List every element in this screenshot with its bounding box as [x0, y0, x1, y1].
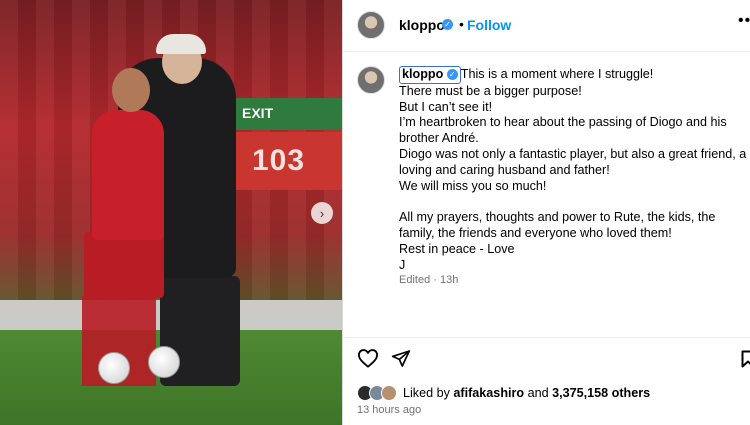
player-shorts: [84, 232, 164, 298]
post-side-panel: kloppo ✓ • Follow ••• kloppo ✓This is a …: [342, 0, 750, 425]
player-head: [112, 68, 150, 112]
caption-line: This is a moment where I struggle!: [460, 67, 654, 81]
chevron-right-icon: ›: [319, 205, 325, 221]
caption-avatar[interactable]: [357, 66, 385, 94]
share-icon[interactable]: [391, 349, 411, 373]
action-bar: [343, 337, 750, 377]
next-image-button[interactable]: ›: [311, 202, 333, 224]
likes-row: Liked by afifakashiro and 3,375,158 othe…: [357, 383, 650, 403]
football: [148, 346, 180, 378]
separator-dot: •: [459, 16, 464, 32]
caption-line: Diogo was not only a fantastic player, b…: [399, 146, 747, 177]
caption-username[interactable]: kloppo ✓: [399, 66, 461, 84]
football: [98, 352, 130, 384]
caption-line: I’m heartbroken to hear about the passin…: [399, 115, 727, 146]
player-figure: [92, 110, 164, 240]
exit-sign-text: EXIT: [242, 105, 274, 121]
edited-label: Edited · 13h: [399, 274, 459, 286]
caption-line: Rest in peace - Love: [399, 241, 515, 256]
likes-user-link[interactable]: afifakashiro: [453, 386, 524, 400]
likes-text: Liked by afifakashiro and 3,375,158 othe…: [403, 386, 650, 400]
likes-middle: and: [524, 386, 553, 400]
caption-line: J: [399, 257, 406, 272]
avatar[interactable]: [357, 11, 385, 39]
post-timestamp[interactable]: 13 hours ago: [357, 404, 421, 416]
caption-line: All my prayers, thoughts and power to Ru…: [399, 210, 716, 241]
follow-button[interactable]: Follow: [467, 17, 511, 33]
likes-count-link[interactable]: 3,375,158 others: [552, 386, 650, 400]
exit-sign: EXIT: [234, 98, 342, 130]
stand-board: 103: [232, 132, 342, 190]
caption-line: We will miss you so much!: [399, 178, 547, 193]
likes-prefix: Liked by: [403, 386, 454, 400]
stand-board-number: 103: [252, 144, 306, 177]
header-username[interactable]: kloppo: [399, 17, 445, 33]
verified-badge-icon: ✓: [446, 69, 458, 81]
heart-icon[interactable]: [357, 348, 379, 373]
bookmark-icon[interactable]: [741, 350, 750, 373]
verified-badge-icon: ✓: [442, 19, 453, 30]
post-header: kloppo ✓ • Follow •••: [343, 0, 750, 52]
caption-line: There must be a bigger purpose!: [399, 83, 582, 98]
post-photo[interactable]: EXIT 103 ›: [0, 0, 342, 425]
caption-line: But I can’t see it!: [399, 99, 493, 114]
liker-avatar[interactable]: [381, 385, 397, 401]
caption-username-text: kloppo: [402, 67, 444, 81]
more-options-icon[interactable]: •••: [738, 12, 750, 30]
coach-cap: [156, 34, 206, 54]
caption: kloppo ✓ This is a moment where I struggl…: [399, 66, 749, 274]
